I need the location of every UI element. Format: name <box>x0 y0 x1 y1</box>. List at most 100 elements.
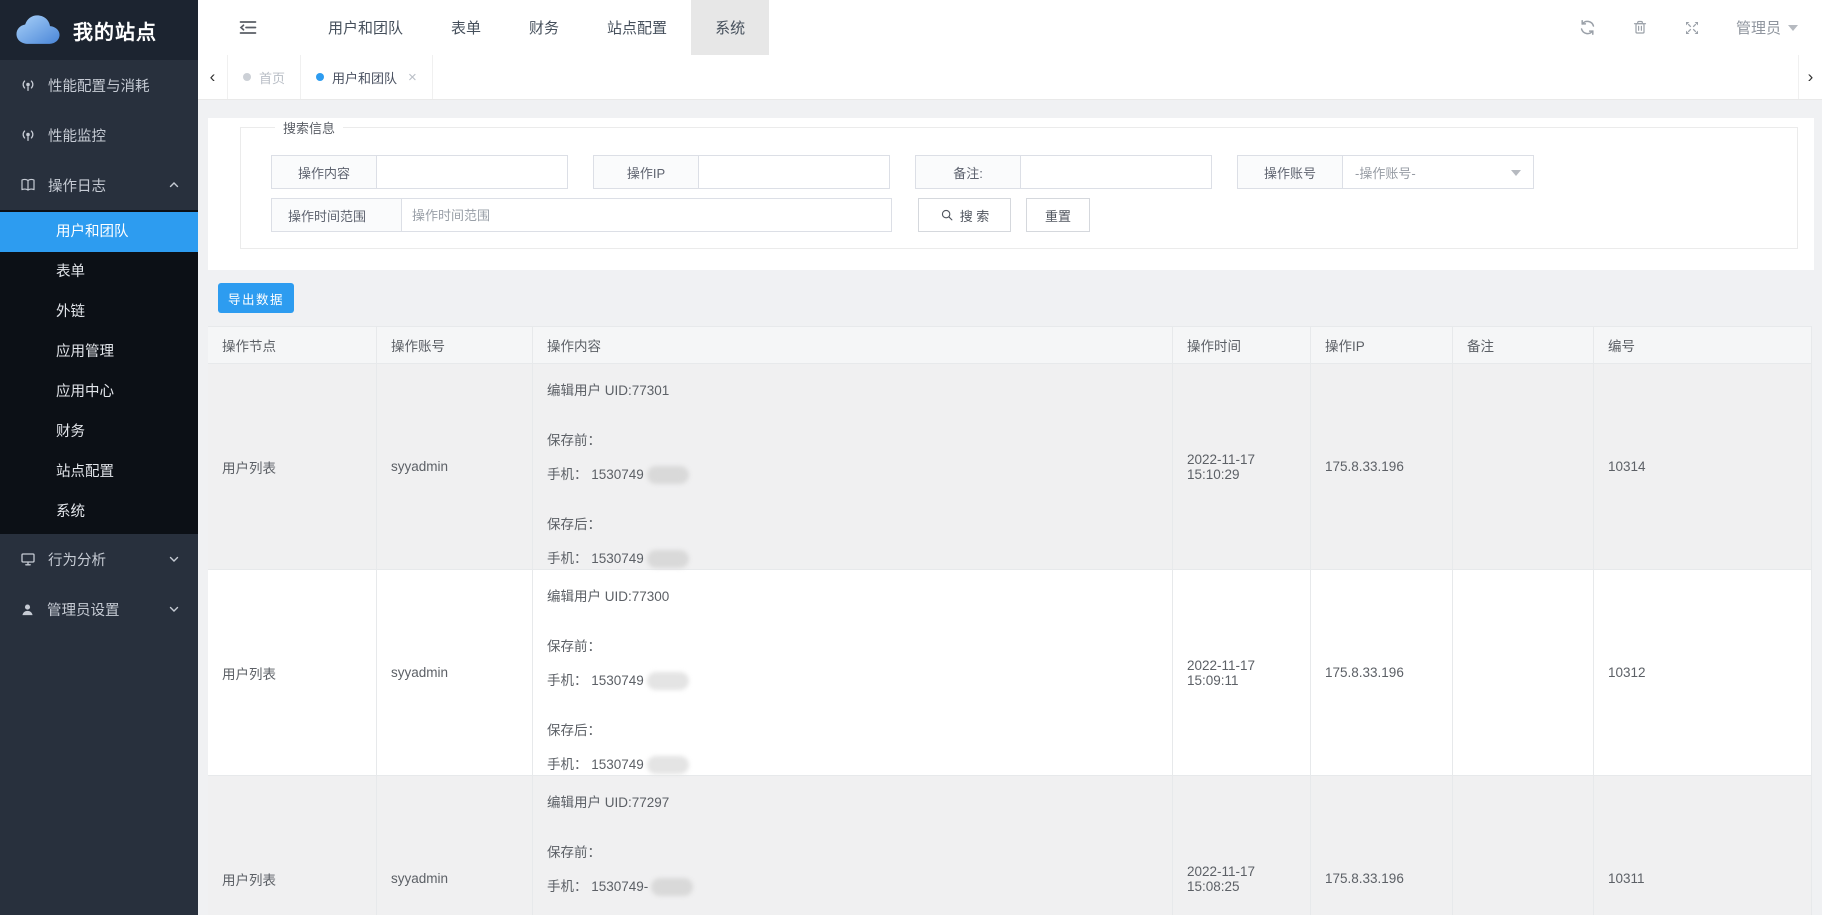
sidebar-subitem-6[interactable]: 站点配置 <box>0 452 198 492</box>
sidebar-item-performance-config[interactable]: 性能配置与消耗 <box>0 60 198 110</box>
search-row-1: 操作内容 操作IP 备注: 操作账号 -操作账号- <box>271 155 1777 189</box>
main-area: 用户和团队表单财务站点配置系统 管理 <box>198 0 1822 915</box>
cell-ip: 175.8.33.196 <box>1311 570 1453 775</box>
sidebar-item-admin-settings[interactable]: 管理员设置 <box>0 584 198 634</box>
content-line: 手机： 1530749 <box>547 548 1158 570</box>
content-area: 搜索信息 操作内容 操作IP 备注: 操作账号 <box>198 100 1822 915</box>
log-table: 操作节点操作账号操作内容操作时间操作IP备注编号 用户列表syyadmin编辑用… <box>208 326 1812 915</box>
tab-label: 用户和团队 <box>332 68 397 87</box>
column-header: 操作账号 <box>377 327 533 363</box>
nav-item-0[interactable]: 用户和团队 <box>304 0 427 55</box>
table-row: 用户列表syyadmin编辑用户 UID:77301保存前：手机： 153074… <box>208 364 1812 570</box>
search-button[interactable]: 搜 索 <box>918 198 1011 232</box>
cell-node: 用户列表 <box>208 570 377 775</box>
column-header: 操作时间 <box>1173 327 1311 363</box>
sidebar-item-operation-log[interactable]: 操作日志 <box>0 160 198 210</box>
export-data-button[interactable]: 导出数据 <box>218 283 294 313</box>
tab-0[interactable]: 首页 <box>228 55 301 99</box>
sidebar-item-behavior-analysis[interactable]: 行为分析 <box>0 534 198 584</box>
content-line: 保存前： <box>547 636 1158 658</box>
nav-item-3[interactable]: 站点配置 <box>583 0 691 55</box>
tab-dot-icon <box>243 73 251 81</box>
content-line: 手机： 1530749 <box>547 754 1158 776</box>
search-panel: 搜索信息 操作内容 操作IP 备注: 操作账号 <box>208 118 1814 270</box>
cell-content: 编辑用户 UID:77297保存前：手机： 1530749-保存后：手机： 15… <box>533 776 1173 915</box>
cell-content: 编辑用户 UID:77301保存前：手机： 1530749保存后：手机： 153… <box>533 364 1173 569</box>
cell-time: 2022-11-17 15:10:29 <box>1173 364 1311 569</box>
redacted-blob <box>651 878 693 896</box>
search-fieldset: 搜索信息 操作内容 操作IP 备注: 操作账号 <box>240 118 1798 249</box>
content-line: 保存前： <box>547 430 1158 452</box>
search-legend: 搜索信息 <box>275 118 343 137</box>
column-header: 操作节点 <box>208 327 377 363</box>
sidebar-item-label: 行为分析 <box>48 549 106 570</box>
sidebar-subitem-4[interactable]: 应用中心 <box>0 372 198 412</box>
column-header: 操作IP <box>1311 327 1453 363</box>
broadcast-icon <box>20 127 36 143</box>
sidebar-subitem-2[interactable]: 外链 <box>0 292 198 332</box>
field-label: 操作IP <box>593 155 698 189</box>
admin-user-menu[interactable]: 管理员 <box>1736 17 1798 38</box>
book-icon <box>20 177 36 193</box>
column-header: 操作内容 <box>533 327 1173 363</box>
content-line: 保存后： <box>547 514 1158 536</box>
cell-account: syyadmin <box>377 776 533 915</box>
user-icon <box>20 602 35 617</box>
cell-id: 10314 <box>1594 364 1812 569</box>
content-line: 手机： 1530749- <box>547 876 1158 898</box>
chevron-up-icon <box>168 179 180 191</box>
chevron-down-icon <box>168 603 180 615</box>
search-row-2: 操作时间范围 搜 索 重置 <box>271 198 1777 232</box>
operation-content-input[interactable] <box>376 155 568 189</box>
caret-down-icon <box>1788 25 1798 36</box>
nav-item-2[interactable]: 财务 <box>505 0 583 55</box>
sidebar-subitem-5[interactable]: 财务 <box>0 412 198 452</box>
tab-label: 首页 <box>259 68 285 87</box>
cell-id: 10311 <box>1594 776 1812 915</box>
refresh-icon[interactable] <box>1579 19 1596 36</box>
select-value: -操作账号- <box>1355 163 1416 182</box>
cell-account: syyadmin <box>377 364 533 569</box>
fullscreen-icon[interactable] <box>1684 20 1700 36</box>
sidebar-subitem-0[interactable]: 用户和团队 <box>0 212 198 252</box>
cell-note <box>1453 570 1594 775</box>
nav-item-4[interactable]: 系统 <box>691 0 769 55</box>
content-line: 保存后： <box>547 720 1158 742</box>
sidebar: 我的站点 性能配置与消耗 性能监控 操作日志 <box>0 0 198 915</box>
reset-button[interactable]: 重置 <box>1026 198 1090 232</box>
sidebar-submenu: 用户和团队表单外链应用管理应用中心财务站点配置系统 <box>0 210 198 534</box>
operator-account-select[interactable]: -操作账号- <box>1342 155 1534 189</box>
field-label: 操作内容 <box>271 155 376 189</box>
sidebar-subitem-1[interactable]: 表单 <box>0 252 198 292</box>
tab-dot-icon <box>316 73 324 81</box>
monitor-icon <box>20 551 36 567</box>
cell-node: 用户列表 <box>208 364 377 569</box>
redacted-blob <box>647 466 689 484</box>
column-header: 编号 <box>1594 327 1812 363</box>
navbar-actions: 管理员 <box>1579 17 1798 38</box>
note-input[interactable] <box>1020 155 1212 189</box>
redacted-blob <box>647 550 689 568</box>
cell-time: 2022-11-17 15:08:25 <box>1173 776 1311 915</box>
tab-scroll-left[interactable]: ‹ <box>198 55 228 99</box>
sidebar-subitem-3[interactable]: 应用管理 <box>0 332 198 372</box>
tab-scroll-right[interactable]: › <box>1798 55 1822 99</box>
sidebar-subitem-7[interactable]: 系统 <box>0 492 198 532</box>
cloud-icon <box>12 11 64 49</box>
tab-1[interactable]: 用户和团队 × <box>301 55 433 99</box>
table-row: 用户列表syyadmin编辑用户 UID:77297保存前：手机： 153074… <box>208 776 1812 915</box>
sidebar-item-performance-monitor[interactable]: 性能监控 <box>0 110 198 160</box>
field-label: 操作时间范围 <box>271 198 401 232</box>
cell-ip: 175.8.33.196 <box>1311 364 1453 569</box>
operation-ip-input[interactable] <box>698 155 890 189</box>
nav-item-1[interactable]: 表单 <box>427 0 505 55</box>
time-range-input[interactable] <box>401 198 892 232</box>
content-line: 保存前： <box>547 842 1158 864</box>
field-label: 备注: <box>915 155 1020 189</box>
navbar-menu: 用户和团队表单财务站点配置系统 <box>304 0 769 55</box>
menu-fold-icon[interactable] <box>238 19 258 36</box>
cell-account: syyadmin <box>377 570 533 775</box>
content-line: 手机： 1530749 <box>547 464 1158 486</box>
trash-icon[interactable] <box>1632 19 1648 36</box>
close-icon[interactable]: × <box>408 69 417 86</box>
